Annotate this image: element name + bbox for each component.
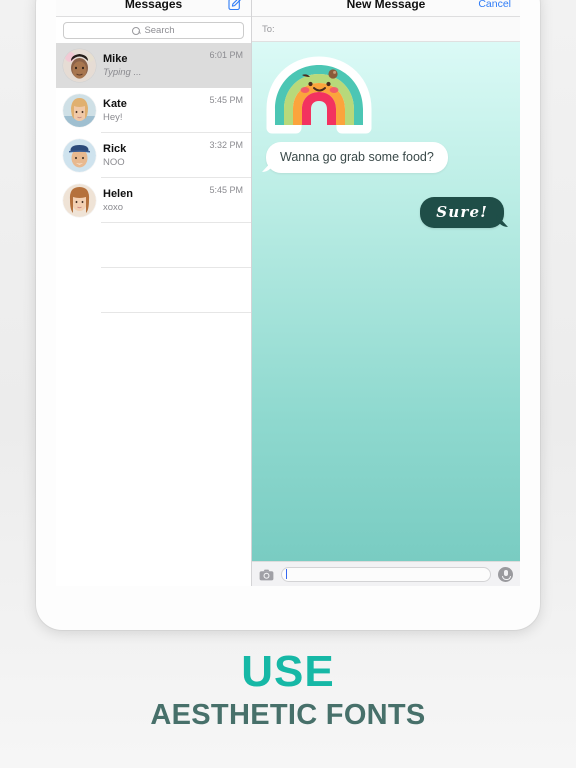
- contact-name: Helen: [103, 187, 133, 200]
- search-placeholder: Search: [144, 25, 175, 36]
- compose-icon[interactable]: [228, 0, 243, 11]
- promo-line-2: AESTHETIC FONTS: [150, 699, 426, 731]
- incoming-message-bubble[interactable]: Wanna go grab some food?: [266, 142, 448, 173]
- message-time: 3:32 PM: [209, 140, 243, 150]
- to-label: To:: [262, 23, 275, 35]
- to-field[interactable]: To:: [252, 17, 520, 42]
- text-cursor: [286, 569, 288, 579]
- conversation-navbar: New Message Cancel: [252, 0, 520, 17]
- message-time: 6:01 PM: [209, 50, 243, 60]
- conversation-pane: New Message Cancel To: Wanna go grab som…: [252, 0, 520, 586]
- contact-name: Mike: [103, 52, 128, 65]
- cancel-button[interactable]: Cancel: [478, 0, 511, 10]
- messages-list-pane: Messages Search Mike Typing ... 6:01 PM …: [56, 0, 252, 586]
- empty-row: [56, 268, 251, 313]
- list-item[interactable]: Rick NOO 3:32 PM: [56, 133, 251, 178]
- list-item-text: Helen xoxo: [103, 188, 209, 214]
- avatar: [63, 49, 96, 82]
- promo-text: USE AESTHETIC FONTS: [0, 648, 576, 732]
- outgoing-message-bubble[interactable]: Sure!: [420, 197, 504, 228]
- avatar: [63, 94, 96, 127]
- search-input[interactable]: Search: [63, 22, 244, 39]
- conversation-title: New Message: [346, 0, 426, 11]
- message-text-input[interactable]: [281, 566, 491, 582]
- search-area: Search: [56, 17, 251, 43]
- conversation-list: Mike Typing ... 6:01 PM Kate Hey! 5:45 P…: [56, 43, 251, 586]
- list-item[interactable]: Kate Hey! 5:45 PM: [56, 88, 251, 133]
- promo-line-1: USE: [241, 647, 335, 696]
- message-preview: Typing ...: [103, 66, 142, 78]
- message-preview: xoxo: [103, 201, 124, 213]
- rainbow-sticker[interactable]: [266, 56, 372, 134]
- avatar: [63, 139, 96, 172]
- contact-name: Rick: [103, 142, 127, 155]
- list-item-text: Kate Hey!: [103, 98, 209, 124]
- split-view: Messages Search Mike Typing ... 6:01 PM …: [56, 0, 520, 586]
- message-time: 5:45 PM: [209, 95, 243, 105]
- messages-navbar: Messages: [56, 0, 251, 17]
- list-item[interactable]: Helen xoxo 5:45 PM: [56, 178, 251, 223]
- empty-row: [56, 223, 251, 268]
- incoming-message-text: Wanna go grab some food?: [280, 150, 434, 164]
- message-time: 5:45 PM: [209, 185, 243, 195]
- microphone-icon[interactable]: [498, 566, 513, 582]
- message-preview: NOO: [103, 156, 125, 168]
- camera-icon[interactable]: [259, 568, 274, 581]
- tablet-device-frame: 9:41 AM Wed Mar 18 100% Messages: [36, 0, 540, 630]
- list-item-text: Rick NOO: [103, 143, 209, 169]
- page-title: Messages: [124, 0, 183, 11]
- avatar: [63, 184, 96, 217]
- list-item[interactable]: Mike Typing ... 6:01 PM: [56, 43, 251, 88]
- search-icon: [132, 26, 141, 35]
- message-preview: Hey!: [103, 111, 123, 123]
- list-item-text: Mike Typing ...: [103, 53, 209, 79]
- chat-canvas: Wanna go grab some food? Sure!: [252, 42, 520, 561]
- message-input-bar: [252, 561, 520, 586]
- outgoing-message-text: Sure!: [436, 203, 488, 221]
- device-screen: 9:41 AM Wed Mar 18 100% Messages: [56, 0, 520, 586]
- contact-name: Kate: [103, 97, 127, 110]
